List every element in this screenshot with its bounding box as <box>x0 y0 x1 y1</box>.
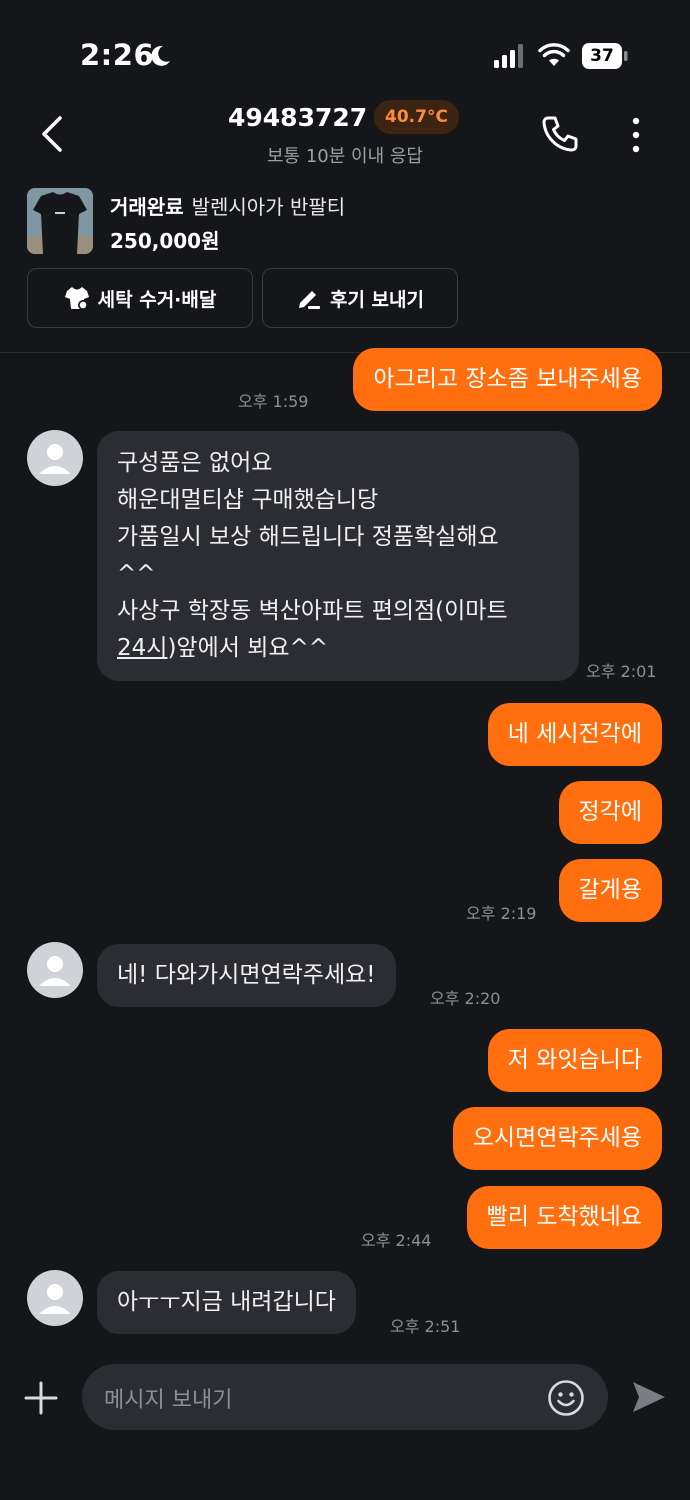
emoji-icon[interactable] <box>547 1379 585 1417</box>
battery-icon: 37 <box>582 43 628 69</box>
message-line: ^^ <box>117 561 156 587</box>
sent-message[interactable]: 아그리고 장소좀 보내주세용 <box>353 348 662 411</box>
message-time: 오후 2:51 <box>390 1317 461 1336</box>
avatar[interactable] <box>27 430 83 486</box>
message-line: 사상구 학장동 벽산아파트 편의점(이마트 <box>117 598 508 624</box>
response-time: 보통 10분 이내 응답 <box>267 146 423 167</box>
status-time: 2:26 <box>80 38 155 72</box>
received-message[interactable]: 아ㅜㅜ지금 내려갑니다 <box>97 1271 356 1334</box>
avatar[interactable] <box>27 942 83 998</box>
message-time: 오후 2:01 <box>586 662 657 681</box>
more-options-icon[interactable] <box>626 116 646 154</box>
battery-level: 37 <box>590 46 614 66</box>
message-line: )앞에서 뵈요^^ <box>167 635 329 661</box>
product-thumbnail[interactable] <box>27 188 93 254</box>
cellular-signal-icon <box>494 44 523 68</box>
sent-message[interactable]: 저 와잇습니다 <box>487 1029 662 1092</box>
sent-message[interactable]: 네 세시전각에 <box>487 703 662 766</box>
moon-icon <box>151 45 170 66</box>
message-time: 오후 2:44 <box>361 1231 432 1250</box>
product-name: 발렌시아가 반팔티 <box>191 195 346 219</box>
laundry-delivery-button[interactable]: 세탁 수거·배달 <box>27 268 253 328</box>
sent-message[interactable]: 빨리 도착했네요 <box>466 1186 662 1249</box>
plus-icon[interactable] <box>24 1381 58 1415</box>
product-info[interactable]: 거래완료 발렌시아가 반팔티 <box>110 191 345 220</box>
sent-message[interactable]: 오시면연락주세용 <box>452 1107 662 1170</box>
message-time: 오후 1:59 <box>238 392 309 411</box>
pencil-icon <box>298 291 320 309</box>
message-link[interactable]: 24시 <box>117 635 167 661</box>
shirt-icon <box>64 287 89 310</box>
phone-icon[interactable] <box>540 114 580 154</box>
manner-temperature-badge[interactable]: 40.7°C <box>374 100 459 134</box>
laundry-delivery-label: 세탁 수거·배달 <box>97 288 217 311</box>
sent-message[interactable]: 갈게용 <box>558 859 662 922</box>
message-input-placeholder: 메시지 보내기 <box>104 1388 233 1413</box>
message-line: 해운대멀티샵 구매했습니당 <box>117 487 379 513</box>
sent-message[interactable]: 정각에 <box>558 781 662 844</box>
trade-status: 거래완료 <box>110 195 184 219</box>
message-input[interactable]: 메시지 보내기 <box>82 1364 608 1430</box>
product-price: 250,000원 <box>110 229 220 253</box>
message-time: 오후 2:20 <box>430 989 501 1008</box>
send-review-label: 후기 보내기 <box>329 288 424 311</box>
received-message[interactable]: 네! 다와가시면연락주세요! <box>97 944 396 1007</box>
avatar[interactable] <box>27 1270 83 1326</box>
message-line: 가품일시 보상 해드립니다 정품확실해요 <box>117 524 499 550</box>
message-time: 오후 2:19 <box>466 904 537 923</box>
message-line: 구성품은 없어요 <box>117 450 273 476</box>
received-message[interactable]: 구성품은 없어요 해운대멀티샵 구매했습니당 가품일시 보상 해드립니다 정품확… <box>97 431 579 681</box>
chat-partner-name: 49483727 <box>228 103 368 132</box>
send-icon[interactable] <box>630 1378 668 1416</box>
wifi-icon <box>538 43 570 66</box>
send-review-button[interactable]: 후기 보내기 <box>262 268 458 328</box>
